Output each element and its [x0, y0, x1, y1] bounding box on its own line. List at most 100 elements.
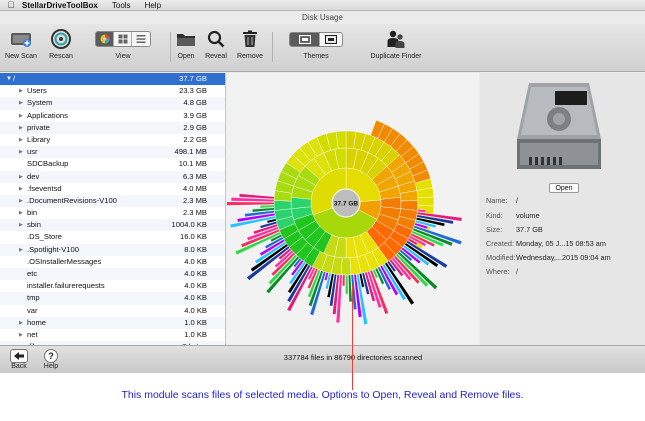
directory-tree: ▼/ 37.7 GB ▶ Users 23.3 GB ▶ System 4.8 GB ▶ Appl…	[0, 73, 226, 355]
new-scan-button[interactable]: New Scan	[4, 27, 38, 60]
remove-button[interactable]: Remove	[233, 27, 267, 60]
tree-row-name: SDCBackup	[27, 159, 69, 169]
sunburst-segment[interactable]	[417, 196, 435, 207]
tree-row[interactable]: tmp 4.0 KB	[0, 292, 225, 305]
disclosure-triangle-icon[interactable]: ▶	[19, 183, 23, 195]
tree-row-name: var	[27, 305, 38, 315]
tree-row[interactable]: ▶ bin 2.3 MB	[0, 207, 225, 219]
disclosure-triangle-icon[interactable]: ▶	[19, 329, 23, 341]
tree-row[interactable]: etc 4.0 KB	[0, 268, 225, 281]
menu-app-name[interactable]: StellarDriveToolBox	[22, 1, 98, 10]
sunburst-segment[interactable]	[273, 200, 292, 211]
disclosure-triangle-icon[interactable]: ▶	[19, 219, 23, 231]
info-modified-row: Modified:Wednesday,...2015 09:04 am	[486, 253, 611, 262]
trash-icon	[233, 27, 267, 51]
toolbar: New Scan Rescan View Open Reveal Remove …	[0, 24, 645, 72]
tree-row-name: bin	[27, 208, 38, 218]
back-arrow-icon	[10, 349, 28, 363]
disclosure-triangle-icon[interactable]: ▶	[19, 85, 23, 97]
tree-row[interactable]: ▶ dev 6.3 MB	[0, 170, 225, 183]
disclosure-triangle-icon[interactable]: ▶	[19, 134, 23, 146]
rescan-label: Rescan	[49, 53, 73, 60]
tree-row[interactable]: .DS_Store 16.0 KB	[0, 231, 225, 243]
tree-row-root[interactable]: ▼/ 37.7 GB	[0, 73, 225, 86]
disclosure-triangle-icon[interactable]: ▶	[19, 146, 23, 158]
tree-row[interactable]: ▶ Applications 3.9 GB	[0, 110, 225, 122]
tree-row-size: 8.0 KB	[184, 244, 207, 254]
sunburst-segment[interactable]	[395, 253, 429, 288]
disclosure-triangle-icon[interactable]: ▶	[19, 171, 23, 183]
status-bar: Back ? Help 337784 files in 86790 direct…	[0, 345, 645, 373]
help-label: Help	[43, 363, 59, 370]
tree-row-name: System	[27, 98, 53, 108]
tree-row[interactable]: ▶ home 1.0 KB	[0, 316, 225, 329]
dark-theme-icon[interactable]	[290, 32, 320, 46]
tree-row[interactable]: installer.failurerequests 4.0 KB	[0, 280, 225, 292]
annotation-line	[352, 285, 353, 390]
reveal-button[interactable]: Reveal	[202, 27, 230, 60]
sunburst-segment[interactable]	[340, 257, 352, 276]
tree-row-size: 23.3 GB	[179, 86, 207, 96]
disclosure-triangle-icon[interactable]: ▶	[19, 244, 23, 256]
sunburst-segment[interactable]	[342, 274, 346, 287]
sunburst-segment[interactable]	[345, 274, 349, 295]
disclosure-triangle-icon[interactable]: ▶	[19, 317, 23, 329]
question-mark-icon: ?	[44, 349, 58, 363]
view-segmented-control[interactable]	[95, 31, 151, 47]
info-kind-label: Kind:	[486, 211, 503, 220]
tree-row[interactable]: ▶ net 1.0 KB	[0, 329, 225, 341]
tree-row[interactable]: ▶ .Spotlight-V100 8.0 KB	[0, 243, 225, 256]
tree-row-name: Users	[27, 86, 47, 96]
disclosure-triangle-icon[interactable]: ▶	[19, 122, 23, 134]
tree-row-size: 3.9 GB	[183, 110, 207, 120]
info-open-button[interactable]: Open	[549, 183, 579, 193]
open-button[interactable]: Open	[174, 27, 198, 60]
tree-row-name: .DocumentRevisions-V100	[27, 195, 117, 205]
tree-row[interactable]: ▶ private 2.9 GB	[0, 121, 225, 134]
sunburst-center-label: 37.7 GB	[334, 201, 359, 208]
tree-row[interactable]: var 4.0 KB	[0, 305, 225, 317]
sunburst-view-icon[interactable]	[96, 32, 114, 46]
sunburst-segment[interactable]	[259, 204, 275, 209]
tree-row[interactable]: .OSInstallerMessages 4.0 KB	[0, 256, 225, 268]
tree-row[interactable]: ▶ System 4.8 GB	[0, 97, 225, 110]
back-label: Back	[11, 363, 27, 370]
info-created-label: Created:	[486, 239, 514, 248]
tree-row-size: 498.1 MB	[174, 147, 207, 157]
tree-row[interactable]: ▶ .DocumentRevisions-V100 2.3 MB	[0, 194, 225, 208]
themes-segmented-control[interactable]	[289, 31, 343, 47]
tree-row[interactable]: ▶ sbin 1004.0 KB	[0, 219, 225, 232]
info-size-row: Size: 37.7 GB	[486, 225, 543, 234]
tree-row[interactable]: ▶ usr 498.1 MB	[0, 146, 225, 159]
grid-view-icon[interactable]	[114, 32, 132, 46]
magnifier-icon	[202, 27, 230, 51]
back-button[interactable]: Back	[8, 349, 30, 370]
tree-row-size: 4.0 KB	[184, 305, 207, 315]
info-where-label: Where:	[486, 267, 510, 276]
themes-label: Themes	[303, 53, 329, 60]
apple-icon[interactable]: 	[0, 0, 22, 10]
menu-tools[interactable]: Tools	[112, 1, 131, 10]
info-created-value: Monday, 05 J...15 08:53 am	[516, 239, 606, 248]
info-modified-label: Modified:	[486, 253, 516, 262]
help-button[interactable]: ? Help	[40, 349, 62, 370]
disclosure-triangle-icon[interactable]: ▶	[19, 207, 23, 219]
duplicate-finder-button[interactable]: Duplicate Finder	[364, 27, 428, 60]
tree-row[interactable]: SDCBackup 10.1 MB	[0, 158, 225, 170]
hard-drive-icon	[517, 83, 601, 169]
info-name-label: Name:	[486, 196, 508, 205]
light-theme-icon[interactable]	[320, 32, 342, 46]
disclosure-triangle-icon[interactable]: ▶	[19, 97, 23, 109]
tree-row[interactable]: ▶ Users 23.3 GB	[0, 85, 225, 97]
tree-row[interactable]: ▶ Library 2.2 GB	[0, 134, 225, 146]
sunburst-segment[interactable]	[227, 201, 275, 206]
sunburst-chart[interactable]: 37.7 GB	[227, 73, 479, 355]
tree-row[interactable]: ▶ .fseventsd 4.0 MB	[0, 183, 225, 195]
menu-help[interactable]: Help	[145, 1, 161, 10]
disclosure-triangle-icon[interactable]: ▶	[19, 195, 23, 207]
remove-label: Remove	[236, 53, 264, 60]
list-view-icon[interactable]	[132, 32, 150, 46]
rescan-button[interactable]: Rescan	[46, 27, 76, 60]
disclosure-triangle-down-icon[interactable]: ▼	[6, 73, 12, 85]
disclosure-triangle-icon[interactable]: ▶	[19, 110, 23, 122]
